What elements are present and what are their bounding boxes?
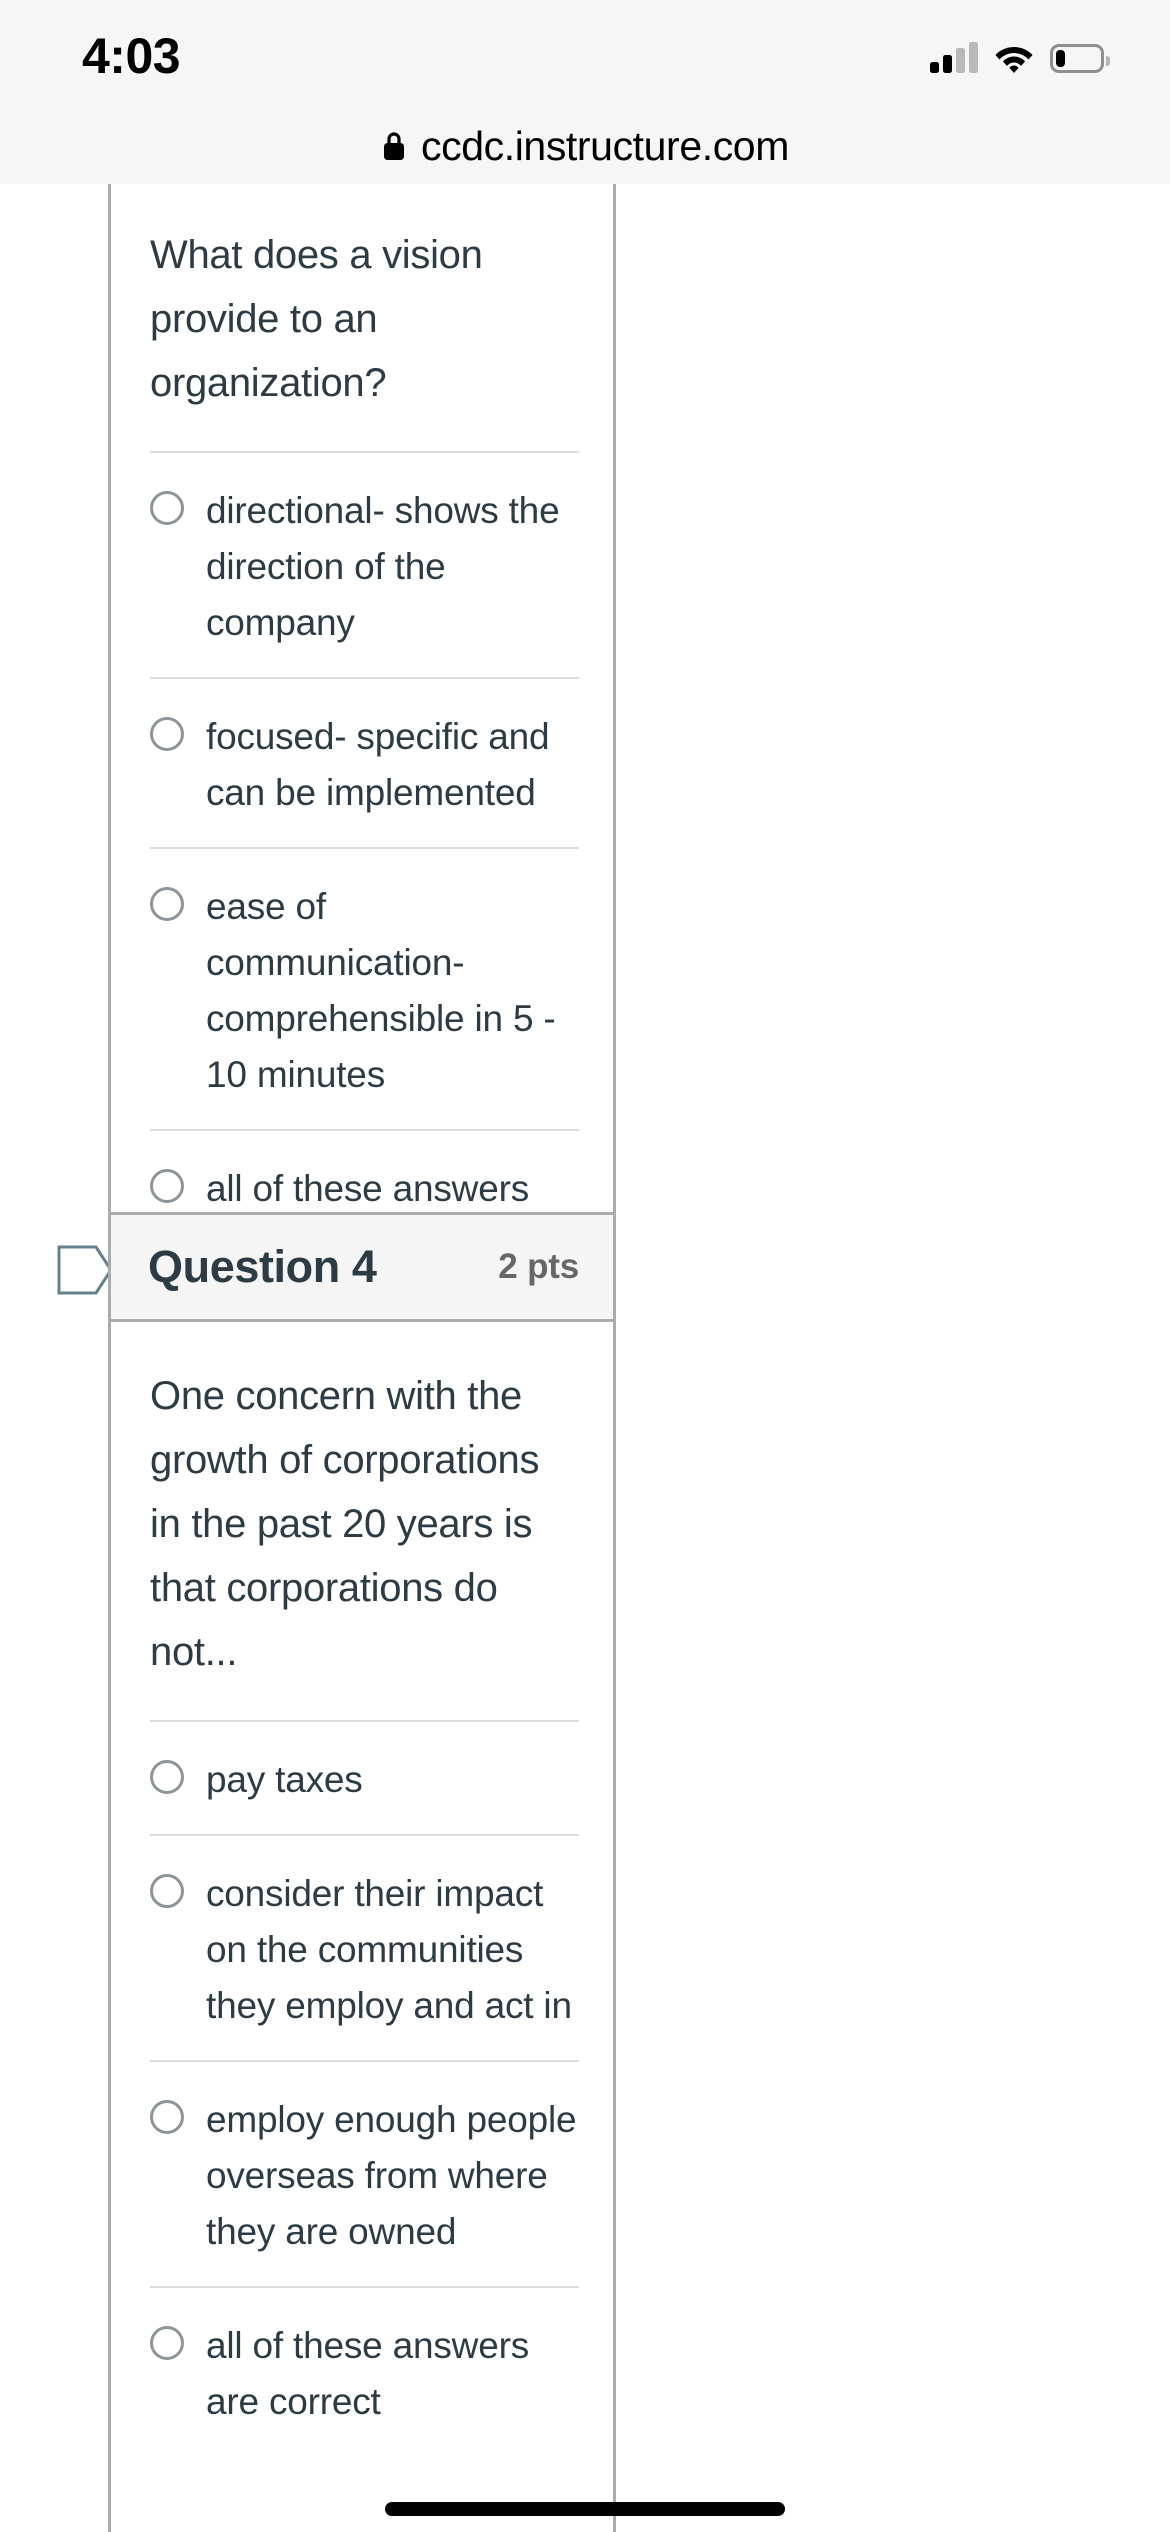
answer-label: directional- shows the direction of the … [206,490,560,643]
lock-icon [384,132,405,160]
question-text: One concern with the growth of corporati… [150,1374,540,1674]
answer-label: consider their impact on the communities… [206,1873,572,2026]
cellular-signal-icon [930,42,978,73]
wifi-icon [995,47,1033,73]
home-indicator[interactable] [385,2502,785,2516]
radio-button-icon[interactable] [150,1760,184,1794]
battery-icon [1050,43,1110,73]
radio-button-icon[interactable] [150,2326,184,2360]
radio-button-icon[interactable] [150,887,184,921]
quiz-page-content: What does a vision provide to an organiz… [0,184,1170,2532]
answer-option[interactable]: directional- shows the direction of the … [150,451,579,677]
status-bar-indicators [930,36,1110,80]
answer-label: ease of communication- comprehensible in… [206,886,556,1095]
radio-button-icon[interactable] [150,717,184,751]
answer-label: focused- specific and can be implemented [206,716,550,813]
answer-label: all of these answers are correct [206,2325,530,2422]
answer-option[interactable]: employ enough people overseas from where… [150,2060,579,2286]
flag-marker-icon[interactable] [56,1244,114,1296]
answer-label: employ enough people overseas from where… [206,2099,577,2252]
question-card-4: Question 4 2 pts One concern with the gr… [108,1212,616,2532]
question-text: What does a vision provide to an organiz… [150,233,483,405]
answer-option[interactable]: consider their impact on the communities… [150,1834,579,2060]
question-header: Question 4 2 pts [111,1215,613,1322]
question-body: What does a vision provide to an organiz… [111,184,613,1299]
answer-list: directional- shows the direction of the … [150,451,579,1299]
status-bar-time: 4:03 [82,28,181,84]
answer-label: pay taxes [206,1759,363,1800]
question-title: Question 4 [148,1241,377,1292]
question-card-partial: What does a vision provide to an organiz… [108,184,616,1265]
question-body: One concern with the growth of corporati… [111,1322,613,2456]
radio-button-icon[interactable] [150,1874,184,1908]
url-text: ccdc.instructure.com [421,123,789,169]
status-bar: 4:03 [0,0,1170,108]
url-bar[interactable]: ccdc.instructure.com [0,108,1170,184]
radio-button-icon[interactable] [150,491,184,525]
answer-option[interactable]: ease of communication- comprehensible in… [150,847,579,1129]
answer-option[interactable]: focused- specific and can be implemented [150,677,579,847]
answer-option[interactable]: pay taxes [150,1720,579,1834]
answer-option[interactable]: all of these answers are correct [150,2286,579,2456]
answer-list: pay taxes consider their impact on the c… [150,1720,579,2456]
radio-button-icon[interactable] [150,2100,184,2134]
browser-chrome: 4:03 ccdc.instructure.com [0,0,1170,184]
question-points: 2 pts [498,1247,579,1286]
radio-button-icon[interactable] [150,1169,184,1203]
